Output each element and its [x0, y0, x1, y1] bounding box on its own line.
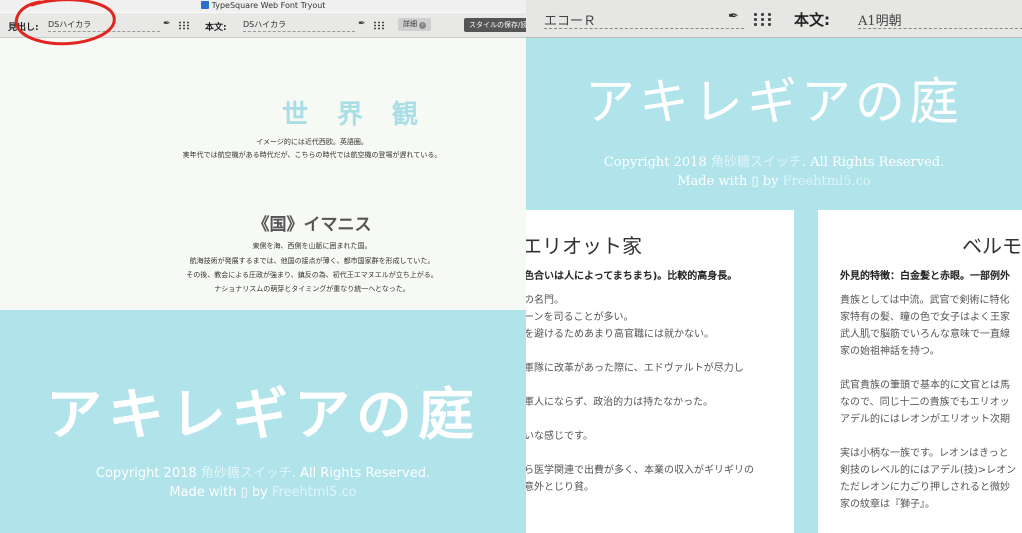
site-title: アキレギアの庭	[46, 383, 480, 448]
made-with-text: Made with ▯ by	[677, 174, 783, 189]
section-line: 航海技術が発展するまでは、他国の接点が薄く、都市国家群を形成していた。	[189, 257, 435, 265]
freehtml5-link[interactable]: Freehtml5.co	[783, 174, 871, 189]
body-font-label: 本文:	[794, 11, 830, 29]
card-title: ベルモ	[962, 234, 1022, 258]
copyright-suffix: . All Rights Reserved.	[801, 155, 945, 170]
family-card-belmont: ベルモ 外見的特徴：白金髪と赤眼。一部例外 貴族としては中流。武官で剣術に特化 …	[818, 210, 1022, 533]
chevron-right-icon: ›	[419, 22, 426, 29]
freehtml5-link[interactable]: Freehtml5.co	[272, 485, 357, 500]
section-line: 東側を海、西側を山脈に囲まれた国。	[252, 242, 372, 250]
window-title: TypeSquare Web Font Tryout	[211, 1, 326, 10]
copyright-suffix: . All Rights Reserved.	[291, 466, 431, 481]
right-preview-pane: エコーＲ ✒ 本文: A1明朝 アキレギアの庭 Copyright 2018 角…	[526, 0, 1022, 533]
card-title: エリオット家	[526, 234, 642, 258]
section-line: 実年代では航空機がある時代だが、こちらの時代では航空機の登場が遅れている。	[182, 151, 442, 159]
made-with-line: Made with ▯ by Freehtml5.co	[0, 485, 526, 500]
copyright-prefix: Copyright 2018	[603, 155, 711, 170]
card-body: 貴族としては中流。武官で剣術に特化 家特有の髪、瞳の色で女子はよく王家 武人肌で…	[840, 295, 1017, 510]
window-title-bar: TypeSquare Web Font Tryout	[0, 0, 526, 12]
grid-icon[interactable]	[373, 21, 385, 30]
font-toolbar: エコーＲ ✒ 本文: A1明朝	[526, 0, 1022, 38]
section-line: イメージ的には近代西欧。英語圏。	[256, 138, 368, 146]
body-font-label: 本文:	[205, 23, 227, 33]
detail-button-label: 詳細	[403, 20, 417, 28]
detail-button[interactable]: 詳細 ›	[398, 18, 431, 31]
made-with-line: Made with ▯ by Freehtml5.co	[526, 174, 1022, 189]
site-title: アキレギアの庭	[585, 73, 963, 131]
heading-font-label: 見出し:	[8, 23, 39, 33]
card-feature: 色合いは人によってまちまち)。比較的高身長。	[526, 271, 738, 282]
card-body: の名門。 ーンを司ることが多い。 を避けるためあまり高官職には就かない。 軍隊に…	[526, 295, 754, 493]
made-with-text: Made with ▯ by	[169, 485, 272, 500]
copyright-line: Copyright 2018 角砂糖スイッチ. All Rights Reser…	[0, 462, 526, 481]
grid-icon[interactable]	[752, 12, 773, 27]
copyright-link[interactable]: 角砂糖スイッチ	[201, 466, 292, 481]
card-feature: 外見的特徴：白金髪と赤眼。一部例外	[840, 271, 1010, 282]
section-line: ナショナリスムの萌芽とタイミングが重なり統一へとなった。	[214, 285, 410, 293]
section-heading-worldview: 世 界 観	[281, 100, 429, 130]
heading-font-select[interactable]: DSハイカラ	[48, 19, 160, 32]
footer: アキレギアの庭 Copyright 2018 角砂糖スイッチ. All Righ…	[0, 310, 526, 533]
section-heading-country: 《国》イマニス	[252, 215, 372, 235]
save-style-button[interactable]: スタイルの保存/読	[464, 18, 526, 32]
copyright-prefix: Copyright 2018	[95, 466, 201, 481]
body-font-select[interactable]: DSハイカラ	[243, 19, 355, 32]
body-font-select[interactable]: A1明朝	[858, 10, 1022, 29]
copyright-link[interactable]: 角砂糖スイッチ	[711, 155, 802, 170]
copyright-line: Copyright 2018 角砂糖スイッチ. All Rights Reser…	[526, 151, 1022, 170]
hero-banner: アキレギアの庭 Copyright 2018 角砂糖スイッチ. All Righ…	[526, 38, 1022, 210]
typesquare-logo-icon	[200, 1, 209, 9]
grid-icon[interactable]	[178, 21, 190, 30]
family-card-elliott: エリオット家 色合いは人によってまちまち)。比較的高身長。 の名門。 ーンを司る…	[526, 210, 794, 533]
section-line: その後、教会による圧政が強まり、鎮反の為、初代王エマヌエルが立ち上がる。	[186, 271, 438, 279]
pen-icon[interactable]: ✒	[728, 9, 739, 24]
left-preview-pane: TypeSquare Web Font Tryout 見出し: DSハイカラ ✒…	[0, 0, 526, 533]
heading-font-select[interactable]: エコーＲ	[544, 10, 744, 29]
pen-icon[interactable]: ✒	[358, 19, 366, 29]
pen-icon[interactable]: ✒	[163, 19, 171, 29]
font-toolbar: 見出し: DSハイカラ ✒ 本文: DSハイカラ ✒ 詳細 › スタイルの保存/読	[0, 13, 526, 38]
family-cards: エリオット家 色合いは人によってまちまち)。比較的高身長。 の名門。 ーンを司る…	[526, 210, 1022, 533]
